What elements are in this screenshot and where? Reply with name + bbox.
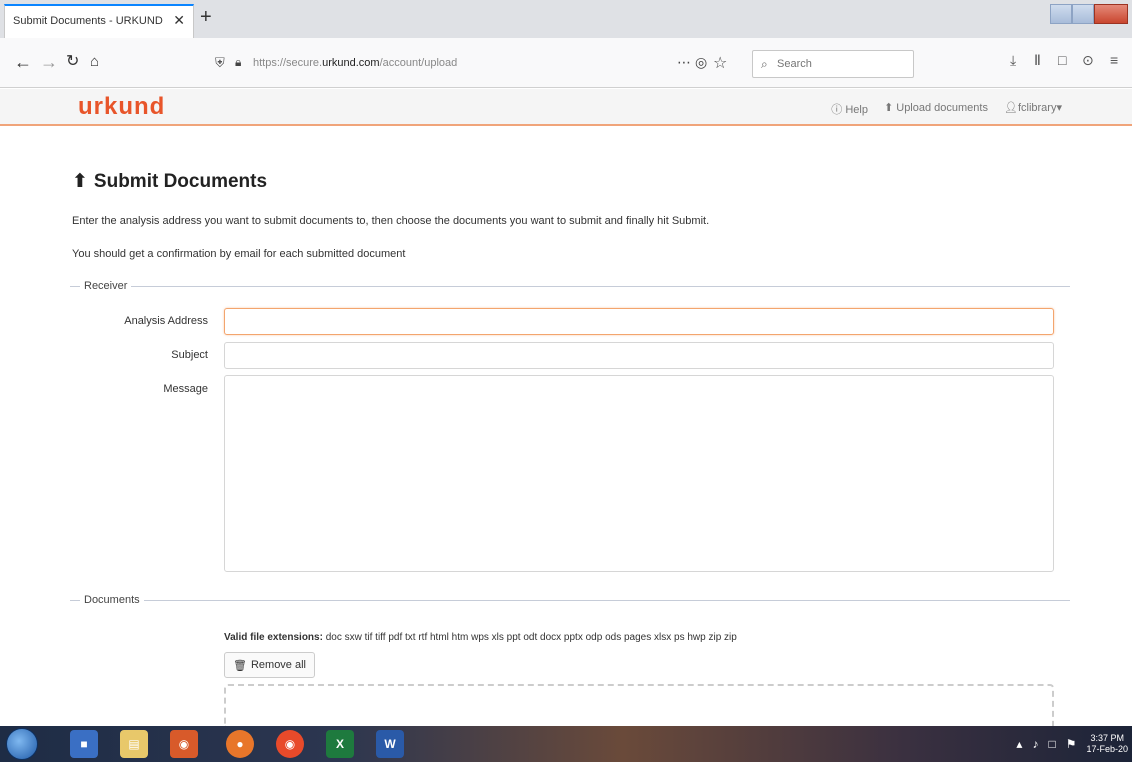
receiver-divider (70, 286, 1070, 287)
window-close-button[interactable] (1094, 4, 1128, 24)
flag-icon[interactable]: ⚑ (1066, 737, 1077, 751)
site-header: urkund ⓘ Help ⬆ Upload documents 👤︎fclib… (0, 89, 1132, 126)
help-icon: ⓘ (831, 104, 846, 116)
site-nav: ⓘ Help ⬆ Upload documents 👤︎fclibrary▾ (831, 101, 1062, 117)
start-button[interactable] (6, 728, 38, 760)
subject-input[interactable] (224, 342, 1054, 369)
upload-documents-link[interactable]: ⬆ Upload documents (884, 101, 988, 117)
account-menu[interactable]: 👤︎fclibrary▾ (1004, 101, 1062, 117)
subject-label: Subject (171, 349, 208, 361)
message-textarea[interactable] (224, 375, 1054, 572)
maximize-button[interactable] (1072, 4, 1094, 24)
windows-taskbar: ■ ▤ ◉ ● ◉ X W ▴ ♪ □ ⚑ 3:37 PM 17-Feb-20 (0, 726, 1132, 762)
search-icon: ⌕ (761, 57, 768, 71)
page-title: ⬆ Submit Documents (72, 170, 267, 193)
firefox-icon[interactable]: ● (226, 730, 254, 758)
search-box[interactable]: ⌕ (752, 50, 914, 78)
receiver-legend: Receiver (70, 280, 1070, 292)
minimize-button[interactable] (1050, 4, 1072, 24)
remove-all-label: Remove all (250, 659, 306, 671)
account-label: fclibrary (1017, 102, 1057, 114)
url-domain: urkund.com (322, 57, 380, 69)
sidebar-icon[interactable]: □ (1058, 52, 1066, 68)
chrome-icon[interactable]: ◉ (170, 730, 198, 758)
caret-down-icon: ▾ (1056, 102, 1062, 114)
reload-icon[interactable]: ↻ (66, 50, 79, 74)
url-path: /account/upload (379, 57, 458, 69)
url-text[interactable]: https://secure.urkund.com/account/upload (253, 57, 457, 69)
clock-time: 3:37 PM (1090, 733, 1124, 743)
page-title-text: Submit Documents (93, 171, 268, 192)
intro-text-1: Enter the analysis address you want to s… (72, 215, 710, 227)
tab-title: Submit Documents - URKUND (13, 15, 163, 27)
documents-legend-label: Documents (80, 594, 144, 606)
browser-tab-bar: Submit Documents - URKUND ✕ + (0, 0, 1132, 38)
bookmark-star-icon[interactable]: ☆ (713, 53, 727, 73)
remove-all-button[interactable]: 🗑︎ Remove all (224, 652, 315, 678)
system-tray: ▴ ♪ □ ⚑ 3:37 PM 17-Feb-20 (1016, 726, 1128, 762)
trash-icon: 🗑︎ (233, 659, 247, 672)
valid-extensions: Valid file extensions: doc sxw tif tiff … (224, 632, 737, 643)
message-label: Message (163, 383, 208, 395)
download-icon[interactable]: ⤓ (1010, 52, 1016, 69)
word-icon[interactable]: W (376, 730, 404, 758)
help-label: Help (845, 104, 868, 116)
shield-icon[interactable]: ⛨ (215, 55, 225, 71)
analysis-address-input[interactable] (224, 308, 1054, 335)
url-bar[interactable]: ⛨ 🔒︎ https://secure.urkund.com/account/u… (205, 50, 727, 78)
menu-icon[interactable]: ≡ (1110, 52, 1118, 68)
upload-label: Upload documents (896, 102, 988, 114)
intro-text-2: You should get a confirmation by email f… (72, 248, 406, 260)
user-icon: 👤︎ (1003, 102, 1018, 114)
url-prefix: https://secure. (253, 57, 323, 69)
receiver-legend-label: Receiver (80, 280, 132, 292)
window-controls (1050, 4, 1128, 24)
pocket-icon[interactable]: ◎ (695, 54, 707, 71)
valid-extensions-list: doc sxw tif tiff pdf txt rtf html htm wp… (325, 632, 737, 643)
media-app-icon[interactable]: ■ (70, 730, 98, 758)
upload-icon: ⬆ (883, 102, 897, 114)
page-actions-icon[interactable]: ⋯ (677, 54, 691, 71)
library-icon[interactable]: Ⅱ (1034, 52, 1041, 69)
volume-icon[interactable]: ♪ (1032, 737, 1038, 751)
clock-date: 17-Feb-20 (1086, 744, 1128, 754)
help-link[interactable]: ⓘ Help (831, 101, 868, 117)
chrome-browser-icon[interactable]: ◉ (276, 730, 304, 758)
documents-divider (70, 600, 1070, 601)
upload-icon: ⬆ (72, 171, 88, 192)
clock[interactable]: 3:37 PM 17-Feb-20 (1086, 733, 1128, 755)
home-icon[interactable]: ⌂ (90, 50, 99, 74)
urkund-logo[interactable]: urkund (78, 93, 165, 121)
forward-arrow-icon[interactable]: → (40, 50, 58, 74)
browser-tab-active[interactable]: Submit Documents - URKUND ✕ (4, 4, 194, 38)
back-arrow-icon[interactable]: ← (14, 50, 32, 74)
analysis-address-label: Analysis Address (124, 315, 208, 327)
search-input[interactable] (777, 57, 907, 71)
new-tab-button[interactable]: + (200, 6, 212, 28)
extension-icon[interactable]: ⊙ (1082, 52, 1094, 69)
valid-extensions-label: Valid file extensions: (224, 632, 323, 643)
documents-legend: Documents (70, 594, 1070, 606)
file-dropzone[interactable] (224, 684, 1054, 728)
tab-close-icon[interactable]: ✕ (173, 12, 185, 29)
browser-nav-bar: ← → ↻ ⌂ ⛨ 🔒︎ https://secure.urkund.com/a… (0, 38, 1132, 88)
network-icon[interactable]: □ (1048, 737, 1055, 751)
tray-expand-icon[interactable]: ▴ (1016, 737, 1022, 751)
file-explorer-icon[interactable]: ▤ (120, 730, 148, 758)
excel-icon[interactable]: X (326, 730, 354, 758)
lock-icon[interactable]: 🔒︎ (235, 55, 241, 70)
